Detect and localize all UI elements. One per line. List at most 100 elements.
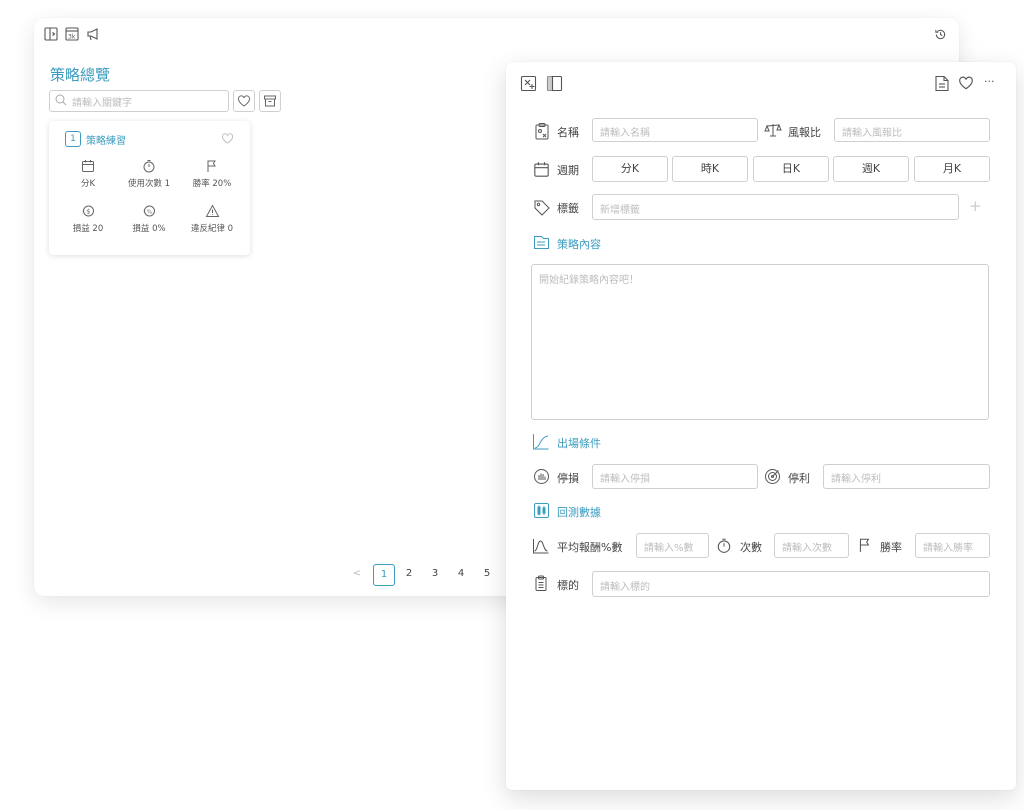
strategy-card[interactable]: 1 策略練習 分K 使用次數 1 勝率 20% $ 損益 20 % 損益 0% … <box>49 121 250 255</box>
calendar-icon <box>81 158 95 174</box>
risk-reward-input[interactable]: 請輸入風報比 <box>834 118 990 142</box>
period-month-button[interactable]: 月K <box>914 156 990 182</box>
tag-placeholder: 新增標籤 <box>600 205 640 216</box>
stopwatch-icon <box>716 537 732 554</box>
coin-icon: $ <box>81 203 95 219</box>
target-placeholder: 請輸入標的 <box>600 582 650 593</box>
svg-text:$: $ <box>86 208 90 216</box>
page-4-button[interactable]: 4 <box>451 564 471 584</box>
page-1-button[interactable]: 1 <box>373 564 395 586</box>
exit-conditions-heading: 出場條件 <box>557 437 601 450</box>
stat-winrate: 勝率 20% <box>180 158 244 189</box>
search-icon <box>55 94 67 106</box>
archive-icon <box>263 94 277 108</box>
page-2-button[interactable]: 2 <box>399 564 419 584</box>
flag-icon <box>857 537 873 553</box>
target-label: 標的 <box>557 579 579 592</box>
tag-input[interactable]: 新增標籤 <box>592 194 959 220</box>
calendar-icon <box>533 161 550 178</box>
strategy-card-title: 策略練習 <box>86 136 126 147</box>
period-week-button[interactable]: 週K <box>833 156 909 182</box>
strategy-editor-panel: ··· 名稱 請輸入名稱 風報比 請輸入風報比 週期 分K 時K 日K 週K 月… <box>506 62 1016 790</box>
pagination-prev-button[interactable]: < <box>347 564 367 584</box>
backtest-icon <box>533 502 550 519</box>
avg-return-placeholder: 請輸入%數 <box>644 543 694 554</box>
count-label: 次數 <box>740 541 762 554</box>
kline-chart-icon[interactable]: 3k <box>65 27 79 41</box>
percent-coin-icon: % <box>142 203 156 219</box>
strategy-content-textarea[interactable]: 開始紀錄策略內容吧！ <box>531 264 989 420</box>
winrate-input[interactable]: 請輸入勝率 <box>915 533 990 558</box>
stat-label: 使用次數 1 <box>127 179 171 189</box>
page-3-button[interactable]: 3 <box>425 564 445 584</box>
stopwatch-icon <box>142 158 156 174</box>
archive-button[interactable] <box>259 90 281 112</box>
heart-icon <box>237 94 251 108</box>
flag-icon <box>205 158 219 174</box>
take-profit-label: 停利 <box>788 472 810 485</box>
avg-return-label: 平均報酬%數 <box>557 541 623 554</box>
heart-icon[interactable] <box>958 75 974 91</box>
stat-usage-count: 使用次數 1 <box>117 158 181 189</box>
stat-violations: 違反紀律 0 <box>180 203 244 234</box>
name-label: 名稱 <box>557 126 579 139</box>
take-profit-input[interactable]: 請輸入停利 <box>823 464 990 489</box>
distribution-curve-icon <box>532 538 550 554</box>
stop-loss-input[interactable]: 請輸入停損 <box>592 464 758 489</box>
stat-label: 分K <box>80 179 96 189</box>
clipboard-icon <box>534 122 550 140</box>
stat-label: 違反紀律 0 <box>190 224 234 234</box>
name-input[interactable]: 請輸入名稱 <box>592 118 758 142</box>
add-tag-button[interactable]: + <box>969 197 982 215</box>
search-placeholder: 請輸入關鍵字 <box>72 98 132 109</box>
warning-icon <box>205 203 220 219</box>
winrate-label: 勝率 <box>880 541 902 554</box>
tag-icon <box>533 199 551 217</box>
target-icon <box>764 468 781 485</box>
exit-curve-icon <box>532 433 550 450</box>
stop-loss-label: 停損 <box>557 472 579 485</box>
favorite-heart-icon[interactable] <box>221 132 234 145</box>
count-input[interactable]: 請輸入次數 <box>774 533 849 558</box>
risk-reward-placeholder: 請輸入風報比 <box>842 128 902 139</box>
risk-reward-label: 風報比 <box>788 126 821 139</box>
svg-text:%: % <box>147 209 152 215</box>
megaphone-icon[interactable] <box>86 27 100 41</box>
stat-period: 分K <box>56 158 120 189</box>
period-day-button[interactable]: 日K <box>753 156 829 182</box>
stop-loss-placeholder: 請輸入停損 <box>600 474 650 485</box>
backtest-data-heading: 回測數據 <box>557 506 601 519</box>
stat-label: 損益 20 <box>72 224 104 234</box>
stop-hand-icon <box>533 468 550 485</box>
winrate-placeholder: 請輸入勝率 <box>923 543 973 554</box>
history-icon[interactable] <box>934 28 947 41</box>
close-panel-icon[interactable] <box>520 75 537 92</box>
strategy-index-badge: 1 <box>65 131 81 147</box>
tag-label: 標籤 <box>557 202 579 215</box>
favorite-filter-button[interactable] <box>233 90 255 112</box>
period-label: 週期 <box>557 164 579 177</box>
document-icon[interactable] <box>934 75 950 92</box>
stat-pnl-percent: % 損益 0% <box>117 203 181 234</box>
take-profit-placeholder: 請輸入停利 <box>831 474 881 485</box>
page-5-button[interactable]: 5 <box>477 564 497 584</box>
list-document-icon <box>534 575 548 592</box>
stat-pnl: $ 損益 20 <box>56 203 120 234</box>
name-placeholder: 請輸入名稱 <box>600 128 650 139</box>
page-title: 策略總覽 <box>50 66 111 84</box>
split-view-icon[interactable] <box>546 75 563 92</box>
more-options-icon[interactable]: ··· <box>984 75 995 88</box>
avg-return-input[interactable]: 請輸入%數 <box>636 533 709 558</box>
count-placeholder: 請輸入次數 <box>782 543 832 554</box>
content-icon <box>533 235 550 250</box>
svg-text:3k: 3k <box>68 34 76 41</box>
search-input[interactable]: 請輸入關鍵字 <box>49 90 229 112</box>
content-placeholder: 開始紀錄策略內容吧！ <box>539 275 639 286</box>
target-input[interactable]: 請輸入標的 <box>592 571 990 597</box>
strategy-content-heading: 策略內容 <box>557 238 601 251</box>
period-minute-button[interactable]: 分K <box>592 156 668 182</box>
period-hour-button[interactable]: 時K <box>672 156 748 182</box>
stat-label: 勝率 20% <box>192 179 232 189</box>
sidebar-toggle-icon[interactable] <box>44 27 58 41</box>
scale-icon <box>764 122 782 138</box>
